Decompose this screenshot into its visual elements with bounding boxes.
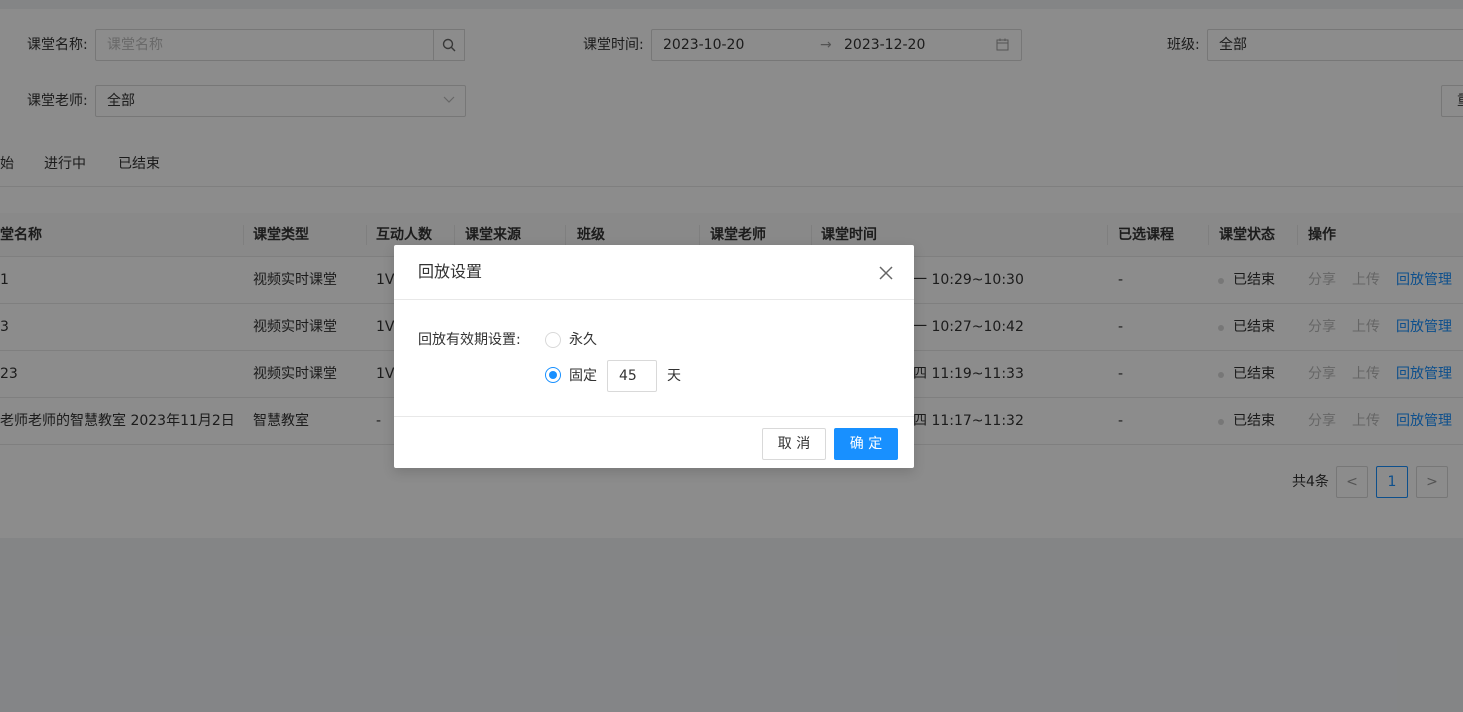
radio-permanent[interactable] bbox=[545, 332, 561, 348]
close-icon[interactable] bbox=[874, 261, 898, 285]
radio-permanent-label[interactable]: 永久 bbox=[569, 330, 597, 350]
playback-settings-dialog: 回放设置 回放有效期设置: 永久 固定 45 天 取 消 确 定 bbox=[394, 245, 914, 468]
radio-fixed-label[interactable]: 固定 bbox=[569, 366, 597, 386]
dialog-title: 回放设置 bbox=[418, 262, 483, 281]
validity-period-label: 回放有效期设置: bbox=[418, 332, 521, 348]
days-input[interactable]: 45 bbox=[607, 360, 657, 392]
cancel-button[interactable]: 取 消 bbox=[762, 428, 826, 460]
dialog-header: 回放设置 bbox=[394, 245, 914, 300]
radio-fixed[interactable] bbox=[545, 367, 561, 383]
ok-button[interactable]: 确 定 bbox=[834, 428, 898, 460]
dialog-footer: 取 消 确 定 bbox=[394, 416, 914, 468]
days-unit: 天 bbox=[667, 368, 681, 384]
